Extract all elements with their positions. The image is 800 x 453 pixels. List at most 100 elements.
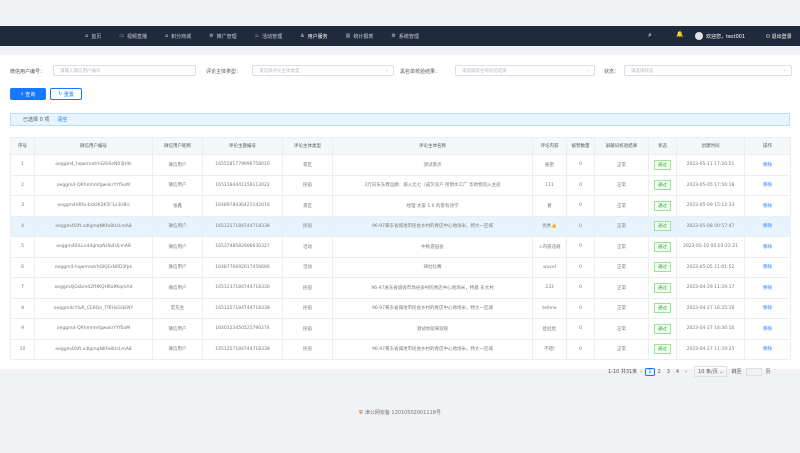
table-cell: 中秋游园会 (332, 236, 533, 258)
table-row[interactable]: 5 oeggm40iLLvd4gmpNUb4ULmA8 微信用户 1653748582… (10, 236, 791, 258)
page-unit-label: 页 (765, 369, 771, 375)
column-header: 评论主题编号 (202, 137, 283, 155)
table-cell: 移除 (744, 236, 791, 258)
power-icon: ⏻ (766, 34, 770, 40)
remove-link[interactable]: 移除 (763, 306, 772, 311)
table-cell: 96-97黄东省城地市民会乡村的青店中心地场米，特大一区域 (332, 215, 533, 237)
table-cell: 微信用户 (152, 154, 203, 176)
table-cell: 律动比赛 (332, 256, 533, 278)
table-cell: oeggm4-hqwmrotrhGKjEsN0D3fpk (34, 256, 153, 278)
table-cell: 正常 (594, 174, 649, 196)
table-cell: 宏先生 (152, 297, 203, 319)
status-select[interactable]: 请选择状态 ⌄ (624, 65, 792, 76)
search-icon[interactable]: ⌕ (648, 31, 652, 40)
page-size-select[interactable]: 10 条/页 ⌄ (694, 366, 728, 377)
table-cell: oeggm4_hqwmrotrhGKi6eN03Jt4k (34, 154, 153, 176)
table-cell: 2023-05-05 11:01:52 (676, 256, 745, 278)
column-header: 状态 (648, 137, 677, 155)
remove-link[interactable]: 移除 (763, 224, 772, 229)
nav-item-0[interactable]: ⌂ 首页 (76, 26, 110, 46)
selection-count: 已选择 0 项 (23, 117, 50, 123)
next-page-button[interactable]: › (682, 369, 690, 375)
remove-link[interactable]: 移除 (763, 204, 772, 209)
nav-icon: ⚙ (391, 33, 396, 39)
bell-icon[interactable]: 🔔 (676, 31, 683, 38)
audit-result-label: 黑名单校验结果： (400, 69, 441, 75)
remove-link[interactable]: 移除 (763, 163, 772, 168)
table-row[interactable]: 1 oeggm4_hqwmrotrhGKi6eN03Jt4k 微信用户 1655581… (10, 154, 791, 176)
page-button[interactable]: 1 (645, 367, 655, 376)
table-row[interactable]: 4 oeggm40ift.vdlgmqNKfo8UcLmA8 微信用户 1651257… (10, 215, 791, 237)
table-row[interactable]: 8 oeggm4cYluR_CE8Qe_Tf6HsGQENY 宏先生 16512571… (10, 297, 791, 319)
table-cell: 1655581779996758010 (202, 154, 283, 176)
footer-text: 津公网安备 12010502001118号 (364, 410, 441, 416)
table-row[interactable]: 10 oeggm40ift.vdlgmqNKfo8UcLmA8 微信用户 165125… (10, 338, 791, 360)
nav-item-3[interactable]: ⚙ 推广管理 (200, 26, 246, 46)
footer: ⛨ 津公网安备 12010502001118号 (0, 409, 800, 416)
status-badge: 通过 (654, 241, 671, 252)
nav-item-2[interactable]: ⌂ 积分商城 (156, 26, 200, 46)
table-cell: 2 (10, 174, 35, 196)
page-button[interactable]: 4 (673, 369, 682, 375)
table-cell: 移除 (744, 174, 791, 196)
page-button[interactable]: 2 (655, 369, 664, 375)
table-cell: 1651184441158113022 (202, 174, 283, 196)
refresh-icon: ↻ (58, 91, 63, 97)
table-row[interactable]: 9 oeggm4-QRhmhmfgwokrYYfSoM 微信用户 1640323450… (10, 318, 791, 340)
remove-link[interactable]: 移除 (763, 183, 772, 188)
table-cell: 2023-05-08 00:57:47 (676, 215, 745, 237)
table-row[interactable]: 2 oeggm4-QRhmhmfgwokrYYfSoM 微信用户 1651184441… (10, 174, 791, 196)
status-badge: 通过 (654, 180, 671, 191)
nav-item-5[interactable]: ♙ 用户服务 (291, 26, 337, 46)
avatar[interactable] (695, 32, 703, 40)
pagination-summary: 1-10 共31条 (608, 369, 638, 375)
nav-icon: ▭ (119, 33, 124, 39)
user-no-label: 微信用户编号： (10, 69, 46, 75)
table-cell: oeggm40ift.vdlgmqNKfo8UcLmA8 (34, 338, 153, 360)
status-badge: 通过 (654, 262, 671, 273)
remove-link[interactable]: 移除 (763, 327, 772, 332)
nav-item-1[interactable]: ▭ 视频直播 (110, 26, 156, 46)
prev-page-button[interactable]: ‹ (637, 369, 645, 375)
remove-link[interactable]: 移除 (763, 245, 772, 250)
nav-item-4[interactable]: ♨ 活动管理 (246, 26, 292, 46)
page-button[interactable]: 3 (664, 369, 673, 375)
status-badge: 通过 (654, 323, 671, 334)
nav-item-7[interactable]: ⚙ 系统管理 (382, 26, 428, 46)
goto-page-input[interactable] (745, 367, 762, 376)
table-cell: wocel (532, 256, 567, 278)
status-badge: 通过 (654, 221, 671, 232)
search-button-label: 查询 (25, 91, 36, 98)
search-button[interactable]: ⌕ 查询 (10, 88, 46, 100)
nav-item-6[interactable]: ▥ 统计报表 (337, 26, 383, 46)
main-nav: ⌂ 首页 ▭ 视频直播 ⌂ 积分商城 ⚙ 推广管理 ♨ 活动管理 ♙ 用户服务 ▥ 统计报表 ⚙ 系统管理 (76, 26, 428, 46)
table-cell: 移除 (744, 256, 791, 278)
table-cell: 微信用户 (152, 215, 203, 237)
table-cell: 1648978436421142016 (202, 195, 283, 217)
table-row[interactable]: 3 oeggm40Rfu-bizUK2K5F1x3U8U 张鑫 16489784364… (10, 195, 791, 217)
column-header: 被赞数量 (566, 137, 595, 155)
column-header: 序号 (10, 137, 35, 155)
audit-result-placeholder: 请选择黑名单校验结果 (462, 69, 507, 74)
user-no-input[interactable]: 请输入微信用户编号 (53, 65, 196, 76)
table-row[interactable]: 6 oeggm4-hqwmrotrhGKjEsN0D3fpk 微信用户 1648776… (10, 256, 791, 278)
table-cell: 移除 (744, 338, 791, 360)
reset-button[interactable]: ↻ 重置 (50, 88, 82, 100)
table-cell: 通过 (648, 256, 677, 278)
clear-selection-link[interactable]: 清空 (57, 116, 67, 123)
table-cell: 1640323450525790274 (202, 318, 283, 340)
subject-type-select[interactable]: 请选择评论主体类型 ⌄ (252, 65, 394, 76)
table-cell: 微信用户 (152, 174, 203, 196)
status-placeholder: 请选择状态 (631, 69, 654, 74)
column-header: 评论内容 (532, 137, 567, 155)
table-cell: 9 (10, 318, 35, 340)
table-row[interactable]: 7 oeggm4JGsbmd2fHKQHKo9KqmA4 微信用户 165123718… (10, 277, 791, 299)
table-cell: 2023-04-27 14:30:10 (676, 318, 745, 340)
logout-button[interactable]: ⏻ 退出登录 (766, 33, 792, 40)
remove-link[interactable]: 移除 (763, 286, 772, 291)
table-cell: 2023-04-27 16:25:16 (676, 297, 745, 319)
remove-link[interactable]: 移除 (763, 265, 772, 270)
audit-result-select[interactable]: 请选择黑名单校验结果 ⌄ (455, 65, 595, 76)
remove-link[interactable]: 移除 (763, 347, 772, 352)
nav-label: 系统管理 (398, 33, 419, 40)
